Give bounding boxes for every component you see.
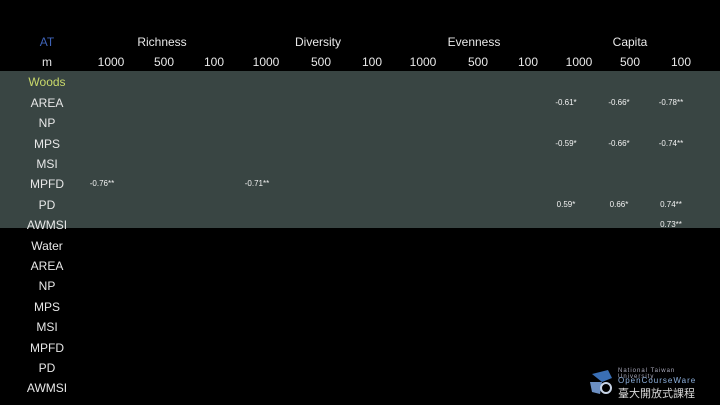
row-label-water-mps: MPS	[33, 300, 61, 314]
cell-pd-capita-100: 0.74**	[660, 200, 682, 209]
row-label-woods-awmsi: AWMSI	[26, 218, 68, 232]
cell-mps-capita-500: -0.66*	[608, 139, 630, 148]
row-label-woods-np: NP	[38, 116, 56, 130]
header-capita: Capita	[612, 35, 648, 49]
scale-capita-100: 100	[670, 55, 692, 69]
cell-pd-capita-1000: 0.59*	[556, 200, 576, 209]
header-evenness: Evenness	[447, 35, 501, 49]
header-m: m	[42, 55, 52, 69]
header-richness: Richness	[137, 35, 187, 49]
section-woods-title: Woods	[28, 75, 66, 89]
scale-diversity-1000: 1000	[252, 55, 280, 69]
header-diversity: Diversity	[294, 35, 342, 49]
header-at: AT	[39, 35, 55, 49]
scale-richness-100: 100	[203, 55, 225, 69]
scale-diversity-500: 500	[310, 55, 332, 69]
cell-awmsi-capita-100: 0.73**	[660, 220, 682, 229]
scale-evenness-500: 500	[467, 55, 489, 69]
cell-mps-capita-1000: -0.59*	[555, 139, 577, 148]
ntu-opencourseware-logo: National Taiwan University OpenCourseWar…	[588, 366, 714, 400]
row-label-water-mpfd: MPFD	[30, 341, 64, 355]
cell-mps-capita-100: -0.74**	[658, 139, 684, 148]
logo-emblem-icon	[590, 370, 612, 394]
logo-program-text: OpenCourseWare	[618, 376, 697, 385]
row-label-water-np: NP	[38, 279, 56, 293]
row-label-woods-pd: PD	[38, 198, 56, 212]
scale-richness-500: 500	[153, 55, 175, 69]
scale-evenness-1000: 1000	[409, 55, 437, 69]
cell-area-capita-1000: -0.61*	[555, 98, 577, 107]
scale-diversity-100: 100	[361, 55, 383, 69]
row-label-woods-msi: MSI	[36, 157, 58, 171]
cell-area-capita-500: -0.66*	[608, 98, 630, 107]
scale-capita-500: 500	[619, 55, 641, 69]
cell-mpfd-diversity-1000: -0.71**	[244, 179, 270, 188]
logo-chinese-text: 臺大開放式課程	[618, 387, 695, 400]
cell-mpfd-richness-1000: -0.76**	[89, 179, 115, 188]
row-label-woods-mps: MPS	[33, 137, 61, 151]
scale-richness-1000: 1000	[97, 55, 125, 69]
scale-evenness-100: 100	[517, 55, 539, 69]
cell-pd-capita-500: 0.66*	[609, 200, 629, 209]
row-label-water-pd: PD	[38, 361, 56, 375]
section-water-title: Water	[31, 239, 63, 253]
scale-capita-1000: 1000	[565, 55, 593, 69]
row-label-water-msi: MSI	[36, 320, 58, 334]
row-label-water-awmsi: AWMSI	[26, 381, 68, 395]
row-label-water-area: AREA	[30, 259, 64, 273]
row-label-woods-area: AREA	[30, 96, 64, 110]
cell-area-capita-100: -0.78**	[658, 98, 684, 107]
row-label-woods-mpfd: MPFD	[30, 177, 64, 191]
